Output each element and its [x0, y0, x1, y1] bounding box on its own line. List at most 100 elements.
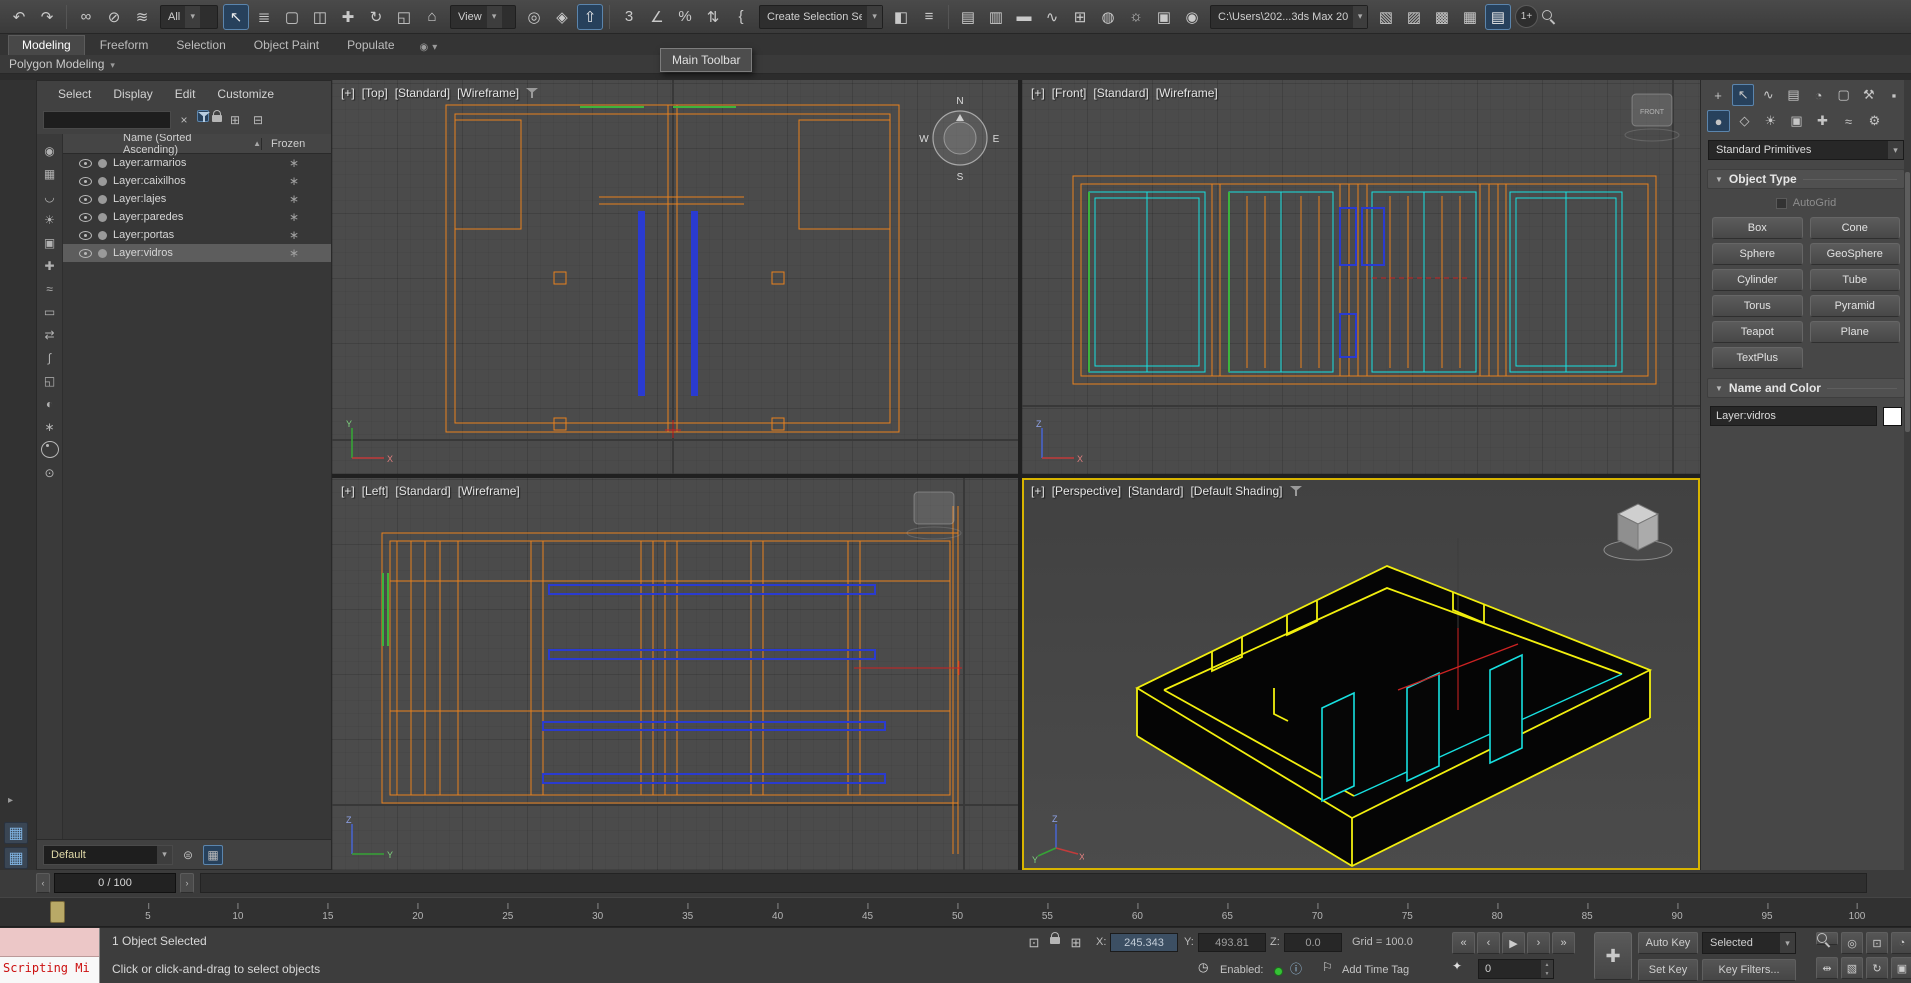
redo-icon[interactable]: ↷ — [34, 4, 60, 30]
project-folder-dropdown[interactable]: C:\Users\202...3ds Max 2023 — [1210, 5, 1368, 29]
field-of-view-icon[interactable]: ◔ — [1891, 932, 1911, 954]
render-toggle-icon[interactable] — [98, 213, 107, 222]
layer-row[interactable]: Layer:armarios — [63, 154, 331, 172]
compass-w[interactable]: W — [919, 134, 929, 145]
viewport-filter-icon[interactable] — [526, 87, 538, 99]
renderer-name[interactable]: [Standard] — [1128, 484, 1183, 498]
zoom-region-icon[interactable]: ▧ — [1841, 957, 1863, 979]
absolute-offset-mode-icon[interactable]: ⊞ — [1064, 932, 1088, 954]
create-new-layer-icon[interactable]: ▧ — [1373, 4, 1399, 30]
column-name[interactable]: Name (Sorted Ascending) ▲ — [63, 134, 261, 156]
time-config-icon[interactable]: ◷ — [1198, 960, 1208, 974]
angle-snap-icon[interactable]: ∠ — [644, 4, 670, 30]
viewport-layout-tab-1-icon[interactable]: ▦ — [4, 822, 28, 844]
layer-row[interactable]: Layer:vidros — [63, 244, 331, 262]
command-panel-scrollbar[interactable] — [1904, 80, 1911, 870]
schematic-view-icon[interactable]: ⊞ — [1067, 4, 1093, 30]
lights-category-icon[interactable]: ☀ — [1759, 110, 1782, 132]
track-bar[interactable] — [200, 873, 1867, 893]
display-bones-icon[interactable]: ∫ — [41, 349, 59, 366]
filter-icon[interactable] — [197, 110, 209, 122]
autogrid-checkbox[interactable] — [1776, 198, 1787, 209]
dropdown-arrow-icon[interactable] — [157, 846, 172, 864]
select-and-place-icon[interactable]: ⌂ — [419, 4, 445, 30]
material-editor-icon[interactable]: ◍ — [1095, 4, 1121, 30]
renderer-name[interactable]: [Standard] — [1093, 86, 1148, 100]
renderer-name[interactable]: [Standard] — [395, 86, 450, 100]
selection-count-badge[interactable]: 1+ — [1515, 5, 1538, 28]
play-button[interactable]: ▶ — [1502, 932, 1525, 954]
view-name[interactable]: [Top] — [362, 86, 388, 100]
maximize-viewport-icon[interactable]: ▣ — [1891, 957, 1911, 979]
rollout-collapse-icon[interactable]: ▼ — [1715, 175, 1723, 184]
zoom-extents-icon[interactable]: ⊡ — [1866, 932, 1888, 954]
compass-e[interactable]: E — [993, 134, 1000, 145]
viewport-menu[interactable]: [+] — [1031, 86, 1045, 100]
shading-mode[interactable]: [Default Shading] — [1190, 484, 1282, 498]
frame-range-field[interactable]: 0 / 100 — [54, 873, 176, 893]
viewport-front[interactable]: [+][Front][Standard][Wireframe] FRONT Z … — [1022, 80, 1700, 474]
dropdown-arrow-icon[interactable] — [1888, 141, 1903, 159]
timeline-ruler[interactable]: 0510152025303540455055606570758085909510… — [0, 897, 1911, 927]
go-to-start-button[interactable]: « — [1452, 932, 1475, 954]
selection-lock-toggle-icon[interactable] — [1050, 937, 1060, 944]
ribbon-tab-selection[interactable]: Selection — [163, 36, 238, 55]
layer-row[interactable]: Layer:paredes — [63, 208, 331, 226]
pin-panel-icon[interactable]: ▪ — [1883, 84, 1905, 106]
spinner-snap-icon[interactable]: ⇅ — [700, 4, 726, 30]
display-materials-icon[interactable]: ◐ — [41, 395, 59, 412]
bind-to-space-warp-icon[interactable]: ≋ — [129, 4, 155, 30]
ribbon-tab-freeform[interactable]: Freeform — [87, 36, 162, 55]
toggle-scene-explorer-icon[interactable]: ▤ — [955, 4, 981, 30]
primitive-button-pyramid[interactable]: Pyramid — [1810, 295, 1901, 317]
ribbon-tab-modeling[interactable]: Modeling — [8, 35, 85, 55]
edit-named-selection-sets-icon[interactable]: { — [728, 4, 754, 30]
key-filters-button[interactable]: Key Filters... — [1702, 959, 1796, 981]
rollout-name-and-color[interactable]: ▼ Name and Color — [1707, 378, 1905, 398]
keyboard-shortcut-override-icon[interactable]: ⇧ — [577, 4, 603, 30]
grid-toggle-icon[interactable]: ▦ — [203, 845, 223, 865]
select-objects-in-layer-icon[interactable]: ▩ — [1429, 4, 1455, 30]
column-frozen[interactable]: Frozen — [261, 138, 331, 150]
rollout-collapse-icon[interactable]: ▼ — [1715, 384, 1723, 393]
curve-editor-icon[interactable]: ∿ — [1039, 4, 1065, 30]
add-time-tag[interactable]: Add Time Tag — [1342, 964, 1409, 976]
flyout-arrow-icon[interactable]: ▸ — [8, 795, 13, 806]
display-xrefs-icon[interactable]: ⇄ — [41, 326, 59, 343]
menu-edit[interactable]: Edit — [166, 86, 205, 106]
set-key-button[interactable]: Set Key — [1638, 959, 1698, 981]
viewport-layout-tab-2-icon[interactable]: ▦ — [4, 847, 28, 869]
render-toggle-icon[interactable] — [98, 159, 107, 168]
auto-key-button[interactable]: Auto Key — [1638, 932, 1698, 954]
cameras-category-icon[interactable]: ▣ — [1785, 110, 1808, 132]
display-tab-icon[interactable]: ▢ — [1833, 84, 1855, 106]
display-frozen-icon[interactable]: ∗ — [41, 418, 59, 435]
primitive-button-geosphere[interactable]: GeoSphere — [1810, 243, 1901, 265]
select-by-name-icon[interactable]: ≣ — [251, 4, 277, 30]
dropdown-arrow-icon[interactable] — [487, 6, 502, 28]
compass-rose[interactable]: N E S W — [914, 88, 1006, 184]
layer-list-empty-area[interactable] — [63, 262, 331, 839]
frame-spinner[interactable] — [1541, 960, 1553, 978]
next-frame-spinner[interactable] — [180, 873, 194, 893]
unlink-selection-icon[interactable]: ⊘ — [101, 4, 127, 30]
dropdown-arrow-icon[interactable] — [867, 6, 882, 28]
ribbon-panel-strip[interactable]: Polygon Modeling — [0, 55, 1911, 74]
shading-mode[interactable]: [Wireframe] — [1156, 86, 1218, 100]
current-frame-field[interactable]: 0 — [1478, 959, 1554, 979]
view-name[interactable]: [Front] — [1052, 86, 1087, 100]
key-mode-toggle-icon[interactable]: ✦ — [1452, 959, 1462, 973]
selection-filter-dropdown[interactable]: All — [160, 5, 218, 29]
pan-icon[interactable]: ⇹ — [1816, 957, 1838, 979]
primitive-button-sphere[interactable]: Sphere — [1712, 243, 1803, 265]
pin-explorer-icon[interactable]: ⊙ — [41, 464, 59, 481]
display-helpers-icon[interactable]: ✚ — [41, 257, 59, 274]
next-frame-button[interactable]: › — [1527, 932, 1550, 954]
lock-explorer-icon[interactable] — [212, 115, 222, 122]
view-name[interactable]: [Perspective] — [1052, 484, 1121, 498]
create-tab-icon[interactable]: ↖ — [1732, 84, 1754, 106]
primitive-button-box[interactable]: Box — [1712, 217, 1803, 239]
utilities-tab-icon[interactable]: ⚒ — [1858, 84, 1880, 106]
dropdown-arrow-icon[interactable] — [185, 6, 200, 28]
select-and-manipulate-icon[interactable]: ◈ — [549, 4, 575, 30]
